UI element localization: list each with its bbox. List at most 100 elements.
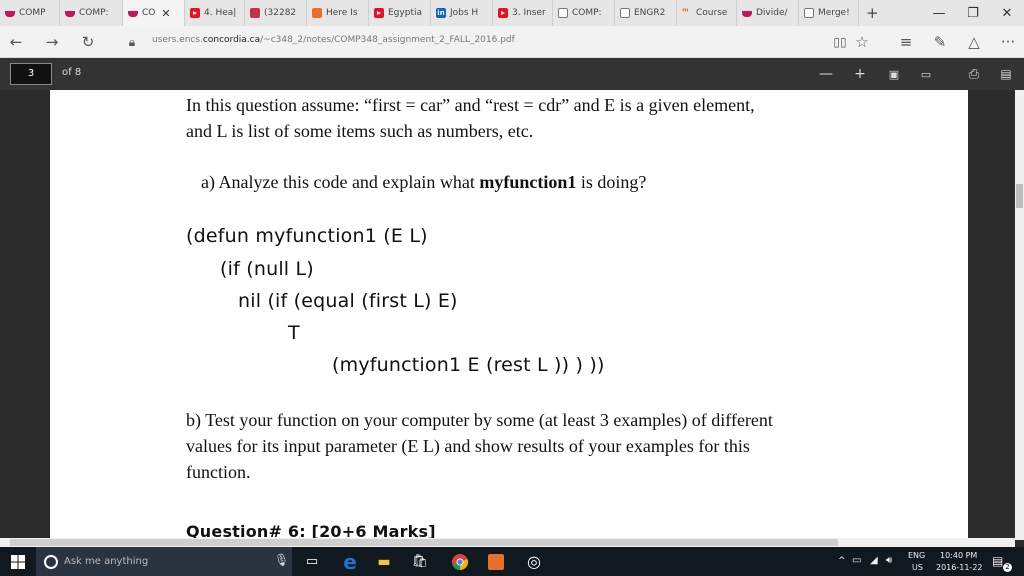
horizontal-scroll-thumb[interactable] xyxy=(10,539,838,546)
tab-label: Merge! xyxy=(818,8,850,18)
part-a-question: a) Analyze this code and explain what my… xyxy=(201,172,646,193)
tab-label: Here Is xyxy=(326,8,358,18)
tab-scribd[interactable]: ᵐ Course xyxy=(677,0,737,26)
part-b-line-3: function. xyxy=(186,462,251,482)
hub-icon[interactable]: ≡ xyxy=(892,26,920,58)
back-arrow-icon[interactable]: ← xyxy=(2,26,30,58)
tab-active[interactable]: CO ✕ xyxy=(123,0,185,26)
fit-page-icon[interactable]: ▣ xyxy=(882,62,906,86)
tab-label: ENGR2 xyxy=(634,8,666,18)
save-icon[interactable]: ▤ xyxy=(994,62,1018,86)
part-a-suffix: is doing? xyxy=(576,172,647,192)
taskbar: Ask me anything 🎙︎ ▭ e ▬ 🛍︎ ◎ ^ ▭ ◢ 🔊︎ E… xyxy=(0,547,1024,576)
layout-icon[interactable]: ▭ xyxy=(914,62,938,86)
cup-icon xyxy=(742,9,752,17)
code-line-5: (myfunction1 E (rest L )) ) )) xyxy=(332,354,605,376)
wifi-icon[interactable]: ◢ xyxy=(870,555,878,566)
url-prefix: users.encs. xyxy=(152,35,203,45)
region-indicator: US xyxy=(912,563,923,572)
close-icon[interactable]: ✕ xyxy=(161,7,170,20)
tab-youtube-3[interactable]: 3. Inser xyxy=(493,0,553,26)
new-tab-button[interactable]: + xyxy=(859,0,885,26)
tab-comp-2[interactable]: COMP: xyxy=(60,0,123,26)
tab-label: Course xyxy=(696,8,728,18)
forward-arrow-icon[interactable]: → xyxy=(38,26,66,58)
close-window-icon[interactable]: ✕ xyxy=(990,0,1024,26)
tab-label: Jobs H xyxy=(450,8,479,18)
start-button[interactable] xyxy=(0,547,36,576)
youtube-icon xyxy=(190,8,200,18)
code-line-1: (defun myfunction1 (E L) xyxy=(186,225,428,247)
tab-label: 4. Hea| xyxy=(204,8,237,18)
tab-merge[interactable]: Merge! xyxy=(799,0,859,26)
share-icon[interactable]: △ xyxy=(960,26,988,58)
vertical-scrollbar[interactable] xyxy=(1015,90,1024,540)
tab-label: COMP: xyxy=(79,8,109,18)
clock-date[interactable]: 2016-11-22 xyxy=(936,563,983,572)
tab-pdf-1[interactable]: COMP: xyxy=(553,0,615,26)
windows-logo-icon xyxy=(11,554,25,569)
tab-mail[interactable]: (32282 xyxy=(245,0,307,26)
lock-icon: 🔒︎ xyxy=(128,34,136,49)
tab-label: Divide/ xyxy=(756,8,788,18)
orange-c-icon xyxy=(312,8,322,18)
tab-youtube-1[interactable]: 4. Hea| xyxy=(185,0,245,26)
tab-linkedin[interactable]: in Jobs H xyxy=(431,0,493,26)
vertical-scroll-thumb[interactable] xyxy=(1016,184,1023,208)
chrome-icon[interactable] xyxy=(446,550,474,573)
cup-icon xyxy=(128,9,138,17)
page-count: of 8 xyxy=(62,67,82,78)
file-explorer-icon[interactable]: ▬ xyxy=(370,550,398,573)
pdf-icon xyxy=(558,8,568,18)
address-bar-row: ← → ↻ 🔒︎ users.encs.concordia.ca/~c348_2… xyxy=(0,26,1024,58)
intro-line-2: and L is list of some items such as numb… xyxy=(186,121,534,141)
tab-label: (32282 xyxy=(264,8,297,18)
favorite-star-icon[interactable]: ☆ xyxy=(848,26,876,58)
page-number-input[interactable]: 3 xyxy=(10,63,52,85)
volume-icon[interactable]: 🔊︎ xyxy=(886,555,892,566)
orange-app-tile xyxy=(488,553,504,570)
pdf-toolbar: 3 of 8 — + ▣ ▭ ⎙ ▤ xyxy=(0,58,1024,90)
url-path: /~c348_2/notes/COMP348_assignment_2_FALL… xyxy=(260,35,515,45)
task-view-icon[interactable]: ▭ xyxy=(298,550,326,573)
zoom-in-icon[interactable]: + xyxy=(848,62,872,86)
tab-label: COMP: xyxy=(572,8,602,18)
clock-time[interactable]: 10:40 PM xyxy=(940,551,977,560)
address-field[interactable]: users.encs.concordia.ca/~c348_2/notes/CO… xyxy=(152,35,515,45)
more-icon[interactable]: ··· xyxy=(994,26,1022,58)
tab-pdf-2[interactable]: ENGR2 xyxy=(615,0,677,26)
linkedin-icon: in xyxy=(436,8,446,18)
youtube-icon xyxy=(498,8,508,18)
refresh-icon[interactable]: ↻ xyxy=(74,26,102,58)
cortana-icon xyxy=(44,554,58,569)
media-player-icon[interactable]: ◎ xyxy=(520,550,548,573)
restore-icon[interactable]: ❐ xyxy=(956,0,990,26)
tab-strip: COMP COMP: CO ✕ 4. Hea| (32282 Here Is Eg… xyxy=(0,0,1024,26)
mail-icon xyxy=(250,8,260,18)
search-placeholder: Ask me anything xyxy=(64,556,149,567)
tab-label: 3. Inser xyxy=(512,8,546,18)
language-indicator[interactable]: ENG xyxy=(908,551,925,560)
tab-comp-1[interactable]: COMP xyxy=(0,0,60,26)
zoom-out-icon[interactable]: — xyxy=(814,62,838,86)
tab-divide[interactable]: Divide/ xyxy=(737,0,799,26)
web-note-icon[interactable]: ✎ xyxy=(926,26,954,58)
url-host: concordia.ca xyxy=(202,35,261,45)
part-a-prefix: a) Analyze this code and explain what xyxy=(201,172,480,192)
tab-label: CO xyxy=(142,8,156,18)
microphone-icon[interactable]: 🎙︎ xyxy=(274,553,289,567)
store-icon[interactable]: 🛍︎ xyxy=(406,550,434,573)
print-icon[interactable]: ⎙ xyxy=(962,62,986,86)
minimize-icon[interactable]: — xyxy=(922,0,956,26)
tab-youtube-2[interactable]: Egyptia xyxy=(369,0,431,26)
cortana-search-box[interactable]: Ask me anything 🎙︎ xyxy=(36,547,292,576)
battery-icon[interactable]: ▭ xyxy=(852,555,861,566)
youtube-icon xyxy=(374,8,384,18)
cup-icon xyxy=(65,9,75,17)
tab-here-is[interactable]: Here Is xyxy=(307,0,369,26)
edge-icon[interactable]: e xyxy=(336,550,364,574)
app-orange-icon[interactable] xyxy=(482,550,510,573)
chrome-logo xyxy=(452,553,469,570)
action-center-icon[interactable]: ▤ xyxy=(992,554,1003,568)
tray-overflow-icon[interactable]: ^ xyxy=(838,556,846,566)
